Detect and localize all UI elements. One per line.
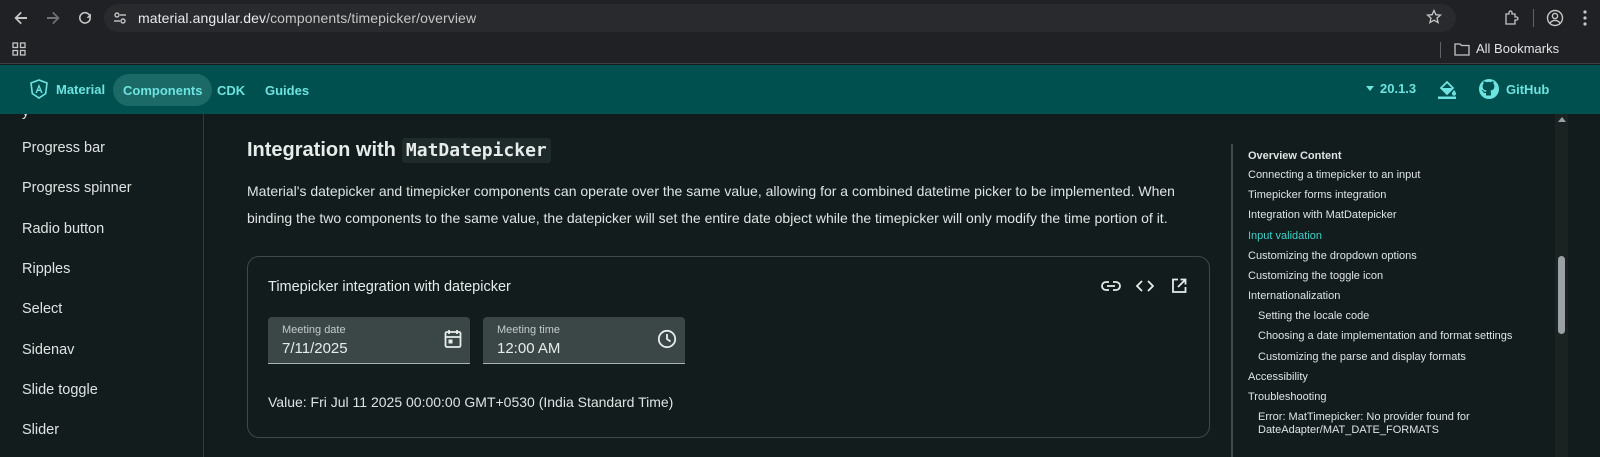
divider bbox=[1526, 3, 1540, 33]
toc-link[interactable]: Timepicker forms integration bbox=[1248, 189, 1386, 201]
main-content: Integration with MatDatepicker Material'… bbox=[205, 114, 1230, 457]
right-margin bbox=[1568, 114, 1600, 457]
component-sidebar: y Progress bar Progress spinner Radio bu… bbox=[0, 114, 204, 457]
meeting-date-label: Meeting date bbox=[282, 324, 346, 336]
browser-toolbar: material.angular.dev/components/timepick… bbox=[0, 0, 1600, 36]
meeting-time-value: 12:00 AM bbox=[497, 340, 561, 357]
example-card: Timepicker integration with datepicker M… bbox=[247, 256, 1210, 438]
site-header: Material Components CDK Guides 20.1.3 Gi… bbox=[0, 65, 1600, 114]
scroll-thumb[interactable] bbox=[1558, 256, 1565, 334]
toc-sublink[interactable]: Error: MatTimepicker: No provider found … bbox=[1258, 411, 1470, 423]
toc-link[interactable]: Accessibility bbox=[1248, 371, 1308, 383]
url-path: /components/timepicker/overview bbox=[266, 10, 477, 26]
toc-sublink[interactable]: DateAdapter/MAT_DATE_FORMATS bbox=[1258, 424, 1439, 436]
sidebar-item-progress-bar[interactable]: Progress bar bbox=[22, 140, 105, 156]
address-bar[interactable]: material.angular.dev/components/timepick… bbox=[104, 4, 1456, 32]
sidebar-item-select[interactable]: Select bbox=[22, 301, 62, 317]
apps-grid-icon[interactable] bbox=[12, 42, 26, 61]
heading-code: MatDatepicker bbox=[401, 138, 551, 163]
toc-link[interactable]: Troubleshooting bbox=[1248, 391, 1326, 403]
theme-picker-icon[interactable] bbox=[1436, 78, 1458, 105]
reload-icon[interactable] bbox=[70, 3, 100, 33]
table-of-contents: Overview Content Connecting a timepicker… bbox=[1231, 144, 1551, 457]
clock-icon[interactable] bbox=[657, 329, 677, 354]
meeting-date-value: 7/11/2025 bbox=[282, 340, 348, 357]
all-bookmarks-button[interactable]: All Bookmarks bbox=[1454, 41, 1559, 56]
toc-link[interactable]: Customizing the toggle icon bbox=[1248, 270, 1383, 282]
sidebar-item-radio-button[interactable]: Radio button bbox=[22, 221, 104, 237]
github-label: GitHub bbox=[1506, 81, 1550, 97]
nav-guides[interactable]: Guides bbox=[255, 74, 319, 106]
version-selector[interactable]: 20.1.3 bbox=[1366, 81, 1416, 96]
toc-link[interactable]: Internationalization bbox=[1248, 290, 1340, 302]
sidebar-item-slide-toggle[interactable]: Slide toggle bbox=[22, 382, 98, 398]
sidebar-item-progress-spinner[interactable]: Progress spinner bbox=[22, 180, 132, 196]
toc-link[interactable]: Connecting a timepicker to an input bbox=[1248, 169, 1420, 181]
calendar-icon[interactable] bbox=[444, 329, 462, 354]
bookmarks-bar: All Bookmarks bbox=[0, 36, 1600, 64]
toc-sublink[interactable]: Customizing the parse and display format… bbox=[1258, 351, 1466, 363]
all-bookmarks-label: All Bookmarks bbox=[1476, 41, 1560, 56]
nav-components[interactable]: Components bbox=[113, 74, 213, 106]
toc-sublink[interactable]: Choosing a date implementation and forma… bbox=[1258, 330, 1512, 342]
toc-link[interactable]: Customizing the dropdown options bbox=[1248, 250, 1417, 262]
bookmark-star-icon[interactable] bbox=[1425, 8, 1443, 30]
nav-cdk[interactable]: CDK bbox=[207, 74, 255, 106]
sidebar-item-sidenav[interactable]: Sidenav bbox=[22, 342, 74, 358]
page-scrollbar[interactable] bbox=[1555, 114, 1568, 457]
heading-text: Integration with bbox=[247, 139, 396, 161]
meeting-time-field[interactable]: Meeting time 12:00 AM bbox=[483, 317, 685, 364]
brand-link[interactable]: Material bbox=[30, 79, 105, 99]
brand-label: Material bbox=[56, 81, 106, 97]
url-host: material.angular.dev bbox=[138, 10, 267, 26]
github-link[interactable]: GitHub bbox=[1478, 78, 1549, 100]
example-value-text: Value: Fri Jul 11 2025 00:00:00 GMT+0530… bbox=[268, 394, 674, 410]
version-label: 20.1.3 bbox=[1380, 81, 1417, 96]
code-icon[interactable] bbox=[1135, 276, 1155, 296]
folder-icon bbox=[1454, 42, 1470, 56]
extensions-icon[interactable] bbox=[1496, 3, 1526, 33]
bookmarks-divider bbox=[1440, 42, 1441, 58]
dropdown-caret-icon bbox=[1366, 86, 1374, 91]
angular-logo-icon bbox=[30, 79, 48, 99]
back-icon[interactable] bbox=[6, 3, 36, 33]
example-title: Timepicker integration with datepicker bbox=[268, 279, 511, 295]
profile-icon[interactable] bbox=[1540, 3, 1570, 33]
sidebar-item-slider[interactable]: Slider bbox=[22, 422, 59, 438]
sidebar-item-cut-off[interactable]: y bbox=[22, 114, 29, 120]
url-text: material.angular.dev/components/timepick… bbox=[138, 10, 476, 26]
sidebar-item-ripples[interactable]: Ripples bbox=[22, 261, 70, 277]
toc-link-active[interactable]: Input validation bbox=[1248, 230, 1322, 242]
open-in-new-icon[interactable] bbox=[1169, 276, 1189, 296]
link-icon[interactable] bbox=[1101, 276, 1121, 296]
site-info-icon[interactable] bbox=[110, 8, 130, 28]
toc-link[interactable]: Integration with MatDatepicker bbox=[1248, 209, 1397, 221]
toc-heading: Overview Content bbox=[1248, 150, 1342, 162]
section-heading: Integration with MatDatepicker bbox=[247, 138, 551, 163]
scroll-up-icon[interactable] bbox=[1558, 117, 1566, 122]
toc-sublink[interactable]: Setting the locale code bbox=[1258, 310, 1369, 322]
meeting-date-field[interactable]: Meeting date 7/11/2025 bbox=[268, 317, 470, 364]
meeting-time-label: Meeting time bbox=[497, 324, 560, 336]
menu-icon[interactable] bbox=[1570, 3, 1600, 33]
forward-icon[interactable] bbox=[38, 3, 68, 33]
section-paragraph: Material's datepicker and timepicker com… bbox=[247, 183, 1175, 226]
github-logo-icon bbox=[1479, 79, 1499, 99]
